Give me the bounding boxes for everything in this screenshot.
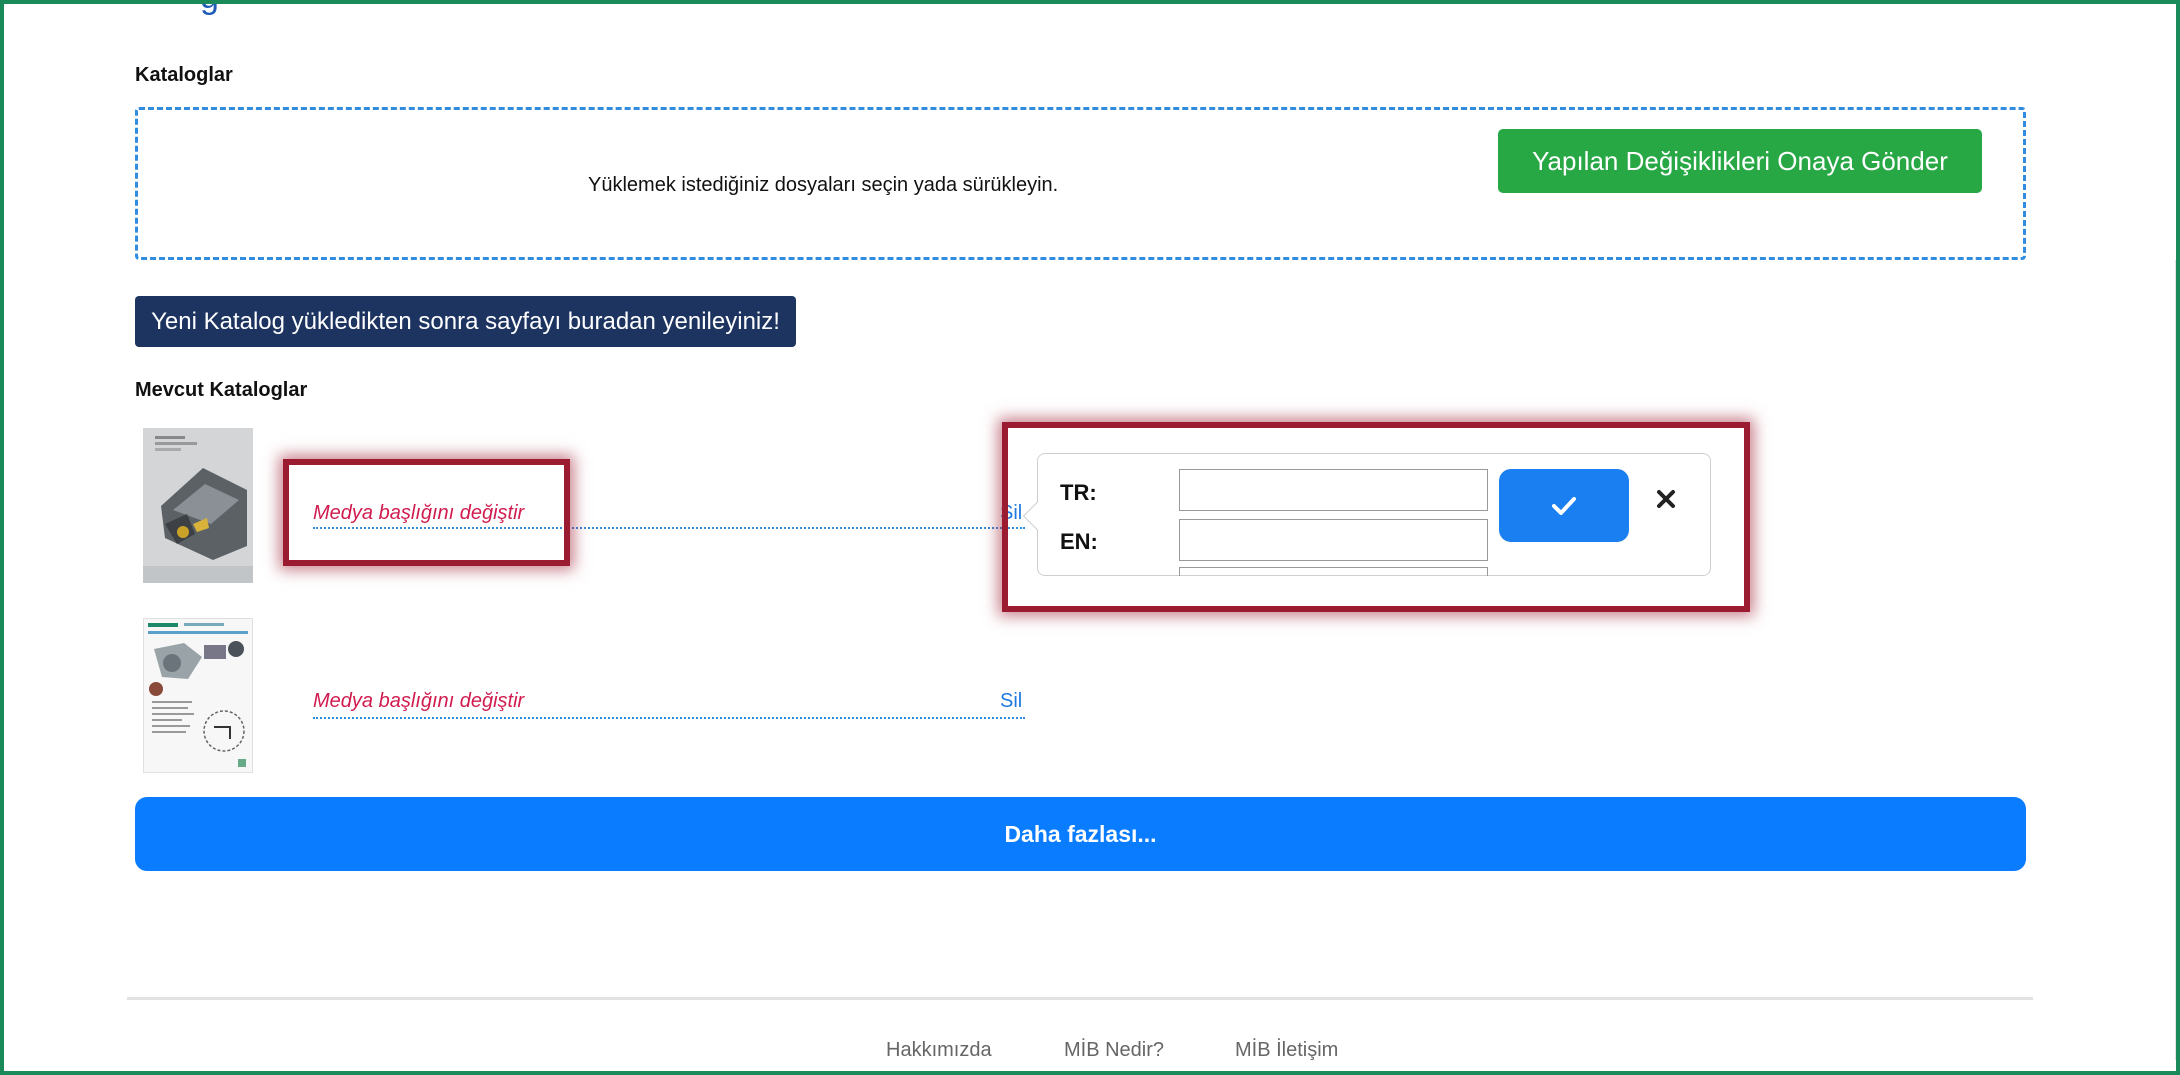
footer-link-contact[interactable]: MİB İletişim	[1235, 1039, 1338, 1062]
title-underline	[313, 717, 1025, 719]
highlight-box-media-title	[283, 459, 570, 566]
load-more-button[interactable]: Daha fazlası...	[135, 797, 2026, 871]
refresh-page-button[interactable]: Yeni Katalog yükledikten sonra sayfayı b…	[135, 296, 796, 347]
footer-link-about[interactable]: Hakkımızda	[886, 1039, 992, 1062]
existing-catalogs-title: Mevcut Kataloglar	[135, 379, 308, 401]
catalogs-section-title: Kataloglar	[135, 64, 233, 86]
catalog-row: Medya başlığını değiştir Sil	[135, 618, 1035, 778]
dropzone-instructions: Yüklemek istediğiniz dosyaları seçin yad…	[588, 174, 1059, 196]
scrollbar-track[interactable]	[2175, 260, 2178, 1060]
catalog-thumbnail[interactable]	[143, 428, 253, 583]
file-dropzone[interactable]: Yüklemek istediğiniz dosyaları seçin yad…	[135, 107, 2026, 260]
footer-divider	[127, 997, 2033, 1000]
catalog-cover-threading-tool-image	[143, 428, 253, 583]
catalog-cover-machine-diagram-image	[144, 619, 252, 772]
footer-link-what-is-mib[interactable]: MİB Nedir?	[1064, 1039, 1164, 1062]
catalog-thumbnail[interactable]	[143, 618, 253, 773]
highlight-box-edit-popover	[1002, 422, 1750, 612]
submit-for-approval-button[interactable]: Yapılan Değişiklikleri Onaya Gönder	[1498, 129, 1982, 193]
change-media-title-link[interactable]: Medya başlığını değiştir	[313, 690, 524, 713]
page-heading-clipped: g	[200, 0, 219, 17]
delete-link[interactable]: Sil	[1000, 690, 1022, 713]
catalog-row: Medya başlığını değiştir Sil	[135, 428, 1035, 588]
